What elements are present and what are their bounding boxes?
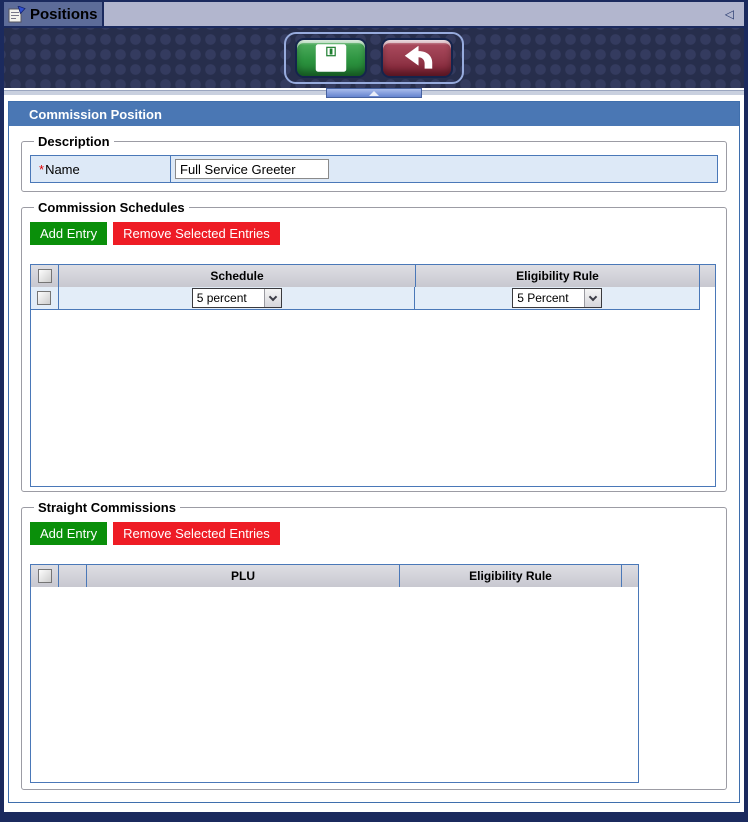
positions-window: Positions ◁	[0, 0, 748, 822]
remove-selected-entries-button[interactable]: Remove Selected Entries	[113, 522, 280, 545]
save-button[interactable]	[295, 38, 367, 78]
name-label-text: Name	[45, 162, 80, 177]
commission-schedules-legend: Commission Schedules	[34, 200, 189, 215]
panel-header: Commission Position	[9, 102, 739, 126]
eligibility-rule-select[interactable]: 5 Percent	[512, 288, 602, 308]
form-document-icon	[8, 6, 26, 23]
column-header-eligibility-rule: Eligibility Rule	[416, 265, 700, 287]
toolbar	[4, 28, 744, 88]
chevron-down-icon	[264, 289, 281, 307]
commission-schedules-fieldset: Commission Schedules Add Entry Remove Se…	[21, 200, 727, 492]
name-input[interactable]	[175, 159, 329, 179]
add-entry-button[interactable]: Add Entry	[30, 522, 107, 545]
titlebar: Positions ◁	[4, 2, 744, 28]
column-header-schedule: Schedule	[59, 265, 416, 287]
commission-schedules-table: Schedule Eligibility Rule 5 percent	[30, 264, 716, 487]
chevron-down-icon	[584, 289, 601, 307]
header-checkbox-cell	[31, 265, 59, 287]
table-empty-area	[31, 310, 715, 486]
row-checkbox-cell	[31, 287, 59, 309]
tab-positions[interactable]: Positions	[4, 2, 104, 26]
schedule-select-value: 5 percent	[193, 289, 264, 307]
table-header-row: PLU Eligibility Rule	[31, 565, 638, 587]
row-checkbox[interactable]	[37, 291, 51, 305]
schedule-cell: 5 percent	[59, 287, 415, 309]
header-end-cell	[622, 565, 638, 587]
eligibility-rule-select-value: 5 Percent	[513, 289, 584, 307]
name-field-row: * Name	[30, 155, 718, 183]
header-checkbox-cell	[31, 565, 59, 587]
collapse-handle[interactable]	[326, 88, 422, 98]
column-header-eligibility-rule: Eligibility Rule	[400, 565, 622, 587]
content-area: Commission Position Description * Name C…	[4, 98, 744, 812]
straight-commissions-table: PLU Eligibility Rule	[30, 564, 639, 783]
add-entry-button[interactable]: Add Entry	[30, 222, 107, 245]
description-legend: Description	[34, 134, 114, 149]
up-arrow-icon	[369, 91, 379, 96]
tab-label: Positions	[30, 6, 98, 23]
select-all-checkbox[interactable]	[38, 269, 52, 283]
table-empty-area	[31, 587, 638, 782]
column-header-plu: PLU	[87, 565, 400, 587]
toolbar-button-group	[284, 32, 464, 84]
commission-position-panel: Commission Position Description * Name C…	[8, 101, 740, 803]
schedule-select[interactable]: 5 percent	[192, 288, 282, 308]
select-all-checkbox[interactable]	[38, 569, 52, 583]
straight-commissions-legend: Straight Commissions	[34, 500, 180, 515]
eligibility-rule-cell: 5 Percent	[415, 287, 699, 309]
straight-commissions-fieldset: Straight Commissions Add Entry Remove Se…	[21, 500, 727, 790]
straight-commissions-actions: Add Entry Remove Selected Entries	[30, 522, 718, 545]
floppy-disk-icon	[312, 42, 350, 74]
description-fieldset: Description * Name	[21, 134, 727, 192]
back-button[interactable]	[381, 38, 453, 78]
titlebar-blank-area: ◁	[104, 2, 744, 26]
left-triangle-icon[interactable]: ◁	[725, 8, 734, 20]
commission-schedules-actions: Add Entry Remove Selected Entries	[30, 222, 718, 245]
header-end-cell	[700, 265, 715, 287]
remove-selected-entries-button[interactable]: Remove Selected Entries	[113, 222, 280, 245]
table-header-row: Schedule Eligibility Rule	[31, 265, 715, 287]
toolbar-collapse-strip	[4, 88, 744, 98]
header-spacer-cell	[59, 565, 87, 587]
required-mark: *	[39, 162, 44, 177]
undo-arrow-icon	[398, 42, 436, 74]
name-label: * Name	[31, 156, 171, 182]
table-row: 5 percent 5 Percent	[31, 287, 700, 310]
